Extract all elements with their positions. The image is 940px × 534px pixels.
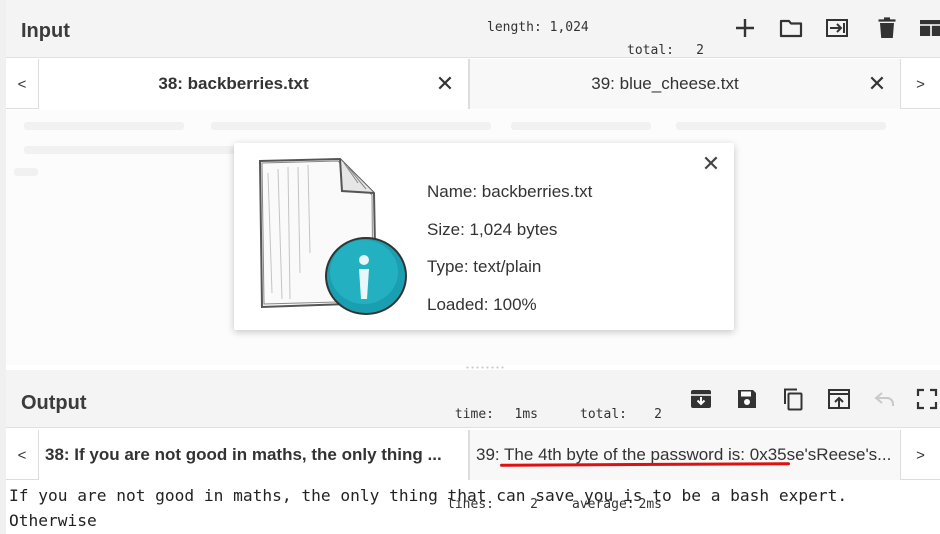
input-tab-38-label: 38: backberries.txt (158, 74, 309, 93)
add-input-button[interactable] (730, 13, 760, 43)
import-icon (826, 19, 848, 37)
layout-icon (920, 20, 940, 36)
input-length: length: 1,024 (487, 20, 589, 35)
save-icon (738, 390, 756, 408)
reset-layout-button[interactable] (916, 13, 940, 43)
input-tabs-next-button[interactable]: > (901, 59, 940, 109)
replace-input-icon (828, 389, 850, 409)
output-tabs-next-button[interactable]: > (901, 430, 940, 480)
file-name: Name: backberries.txt (427, 182, 593, 201)
file-meta-list: Name: backberries.txt Size: 1,024 bytes … (427, 173, 592, 323)
faded-text (511, 122, 651, 130)
file-info-illustration (258, 157, 407, 315)
stat-total-value: 2 (654, 407, 662, 422)
stat-total-key: total: (627, 43, 674, 58)
close-icon[interactable]: ✕ (860, 67, 894, 101)
faded-text (14, 168, 38, 176)
output-tab-38-label: 38: If you are not good in maths, the on… (45, 445, 442, 464)
faded-text (24, 122, 184, 130)
maximize-icon (916, 388, 938, 410)
faded-text (211, 122, 491, 130)
input-tabs-prev-button[interactable]: < (6, 59, 38, 109)
clear-input-button[interactable] (872, 13, 902, 43)
trash-icon (878, 17, 896, 38)
plus-icon (736, 19, 754, 37)
output-header: Output time:1ms length:1024 lines:2 tota… (6, 370, 940, 512)
close-icon[interactable]: ✕ (428, 67, 462, 101)
maximize-output-button[interactable] (912, 384, 940, 414)
stat-total-value: 2 (696, 43, 704, 58)
stat-time-key: time: (454, 407, 494, 422)
save-all-button[interactable] (686, 384, 716, 414)
undo-button[interactable] (870, 384, 900, 414)
stat-time-value: 1ms (514, 407, 538, 422)
save-output-button[interactable] (732, 384, 762, 414)
open-file-button[interactable] (822, 13, 852, 43)
output-title: Output (21, 392, 87, 414)
input-tab-bar: < 38: backberries.txt ✕ 39: blue_cheese.… (6, 59, 940, 109)
folder-icon (779, 19, 803, 38)
faded-text (24, 146, 254, 154)
undo-icon (874, 392, 894, 406)
copy-icon (784, 388, 803, 411)
replace-input-button[interactable] (824, 384, 854, 414)
input-tab-39[interactable]: 39: blue_cheese.txt ✕ (469, 59, 901, 109)
stat-total-key: total: (580, 407, 627, 422)
input-title: Input (21, 20, 70, 42)
copy-output-button[interactable] (778, 384, 808, 414)
input-tab-38[interactable]: 38: backberries.txt ✕ (38, 59, 469, 109)
archive-download-icon (691, 390, 711, 408)
output-tab-38[interactable]: 38: If you are not good in maths, the on… (38, 430, 469, 480)
close-icon[interactable]: ✕ (700, 151, 722, 176)
file-size: Size: 1,024 bytes (427, 219, 558, 239)
file-details-card: ✕ Name: backberries.txt Size: 1,024 byte… (234, 143, 734, 330)
output-text[interactable]: If you are not good in maths, the only t… (9, 483, 939, 534)
open-folder-button[interactable] (776, 13, 806, 43)
file-type: Type: text/plain (427, 257, 542, 276)
output-tabs-prev-button[interactable]: < (6, 430, 38, 480)
input-header: Input length: 1,024 total:2 loaded:2 (6, 0, 940, 103)
output-tab-bar: < 38: If you are not good in maths, the … (6, 430, 940, 480)
file-loaded: Loaded: 100% (427, 294, 537, 314)
input-tab-39-label: 39: blue_cheese.txt (591, 74, 739, 93)
faded-text (676, 122, 886, 130)
output-tab-39[interactable]: 39: The 4th byte of the password is: 0x3… (469, 430, 901, 480)
